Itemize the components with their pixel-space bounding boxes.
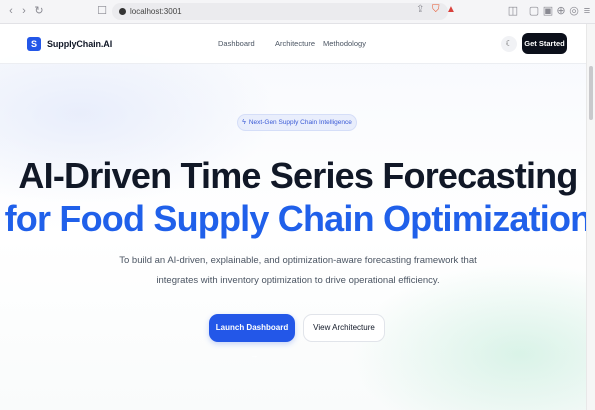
hero-title-line2: for Food Supply Chain Optimization [4, 198, 586, 239]
url-text[interactable]: localhost:3001 [130, 5, 182, 18]
brave-rewards-icon[interactable]: ▲ [446, 4, 456, 15]
arrow-right-icon: → [250, 351, 259, 360]
browser-toolbar: ‹ › ↻ ☐ localhost:3001 ⇪ ⛉ ▲ ◫ ▢ ▣ ⊕ ◎ ≡ [0, 0, 595, 24]
hero-subtitle-line2: integrates with inventory optimization t… [156, 275, 440, 286]
view-architecture-button[interactable]: View Architecture [303, 314, 385, 342]
scrollbar-thumb[interactable] [589, 66, 593, 120]
menu-icon[interactable]: ≡ [581, 4, 593, 18]
site-navbar: S SupplyChain.AI Dashboard Architecture … [0, 24, 586, 64]
bookmark-icon[interactable]: ☐ [96, 4, 108, 18]
back-icon[interactable]: ‹ [6, 4, 16, 18]
wallet-icon[interactable]: ▣ [542, 4, 554, 18]
forward-icon[interactable]: › [19, 4, 29, 18]
vpn-icon[interactable]: ⊕ [555, 4, 567, 18]
brave-news-icon[interactable]: ◎ [568, 4, 580, 18]
theme-toggle-moon-icon[interactable]: ☾ [501, 36, 517, 52]
launch-dashboard-label: Launch Dashboard [215, 323, 289, 332]
page-scrollbar[interactable] [586, 24, 595, 410]
share-icon[interactable]: ⇪ [416, 4, 424, 15]
hero-badge-label: Next-Gen Supply Chain Intelligence [248, 119, 352, 126]
nav-link-architecture[interactable]: Architecture [275, 38, 315, 50]
hero-badge: ϟ Next-Gen Supply Chain Intelligence [237, 114, 357, 131]
web-page: S SupplyChain.AI Dashboard Architecture … [0, 24, 586, 410]
tabs-icon[interactable]: ▢ [528, 4, 540, 18]
launch-dashboard-button[interactable]: Launch Dashboard → [209, 314, 295, 360]
hero-subtitle-line1: To build an AI-driven, explainable, and … [119, 255, 477, 266]
brand-name[interactable]: SupplyChain.AI [47, 37, 112, 51]
site-info-icon[interactable] [119, 8, 126, 15]
sidebar-icon[interactable]: ◫ [507, 4, 519, 18]
hero-title-line1: AI-Driven Time Series Forecasting [18, 155, 578, 196]
address-bar[interactable]: localhost:3001 [112, 3, 448, 20]
reload-icon[interactable]: ↻ [33, 4, 45, 18]
lightning-icon: ϟ [242, 119, 246, 126]
nav-link-methodology[interactable]: Methodology [323, 38, 366, 50]
logo-icon[interactable]: S [27, 37, 41, 51]
get-started-button[interactable]: Get Started [522, 33, 567, 54]
brave-shield-icon[interactable]: ⛉ [432, 4, 440, 15]
nav-link-dashboard[interactable]: Dashboard [218, 38, 255, 50]
